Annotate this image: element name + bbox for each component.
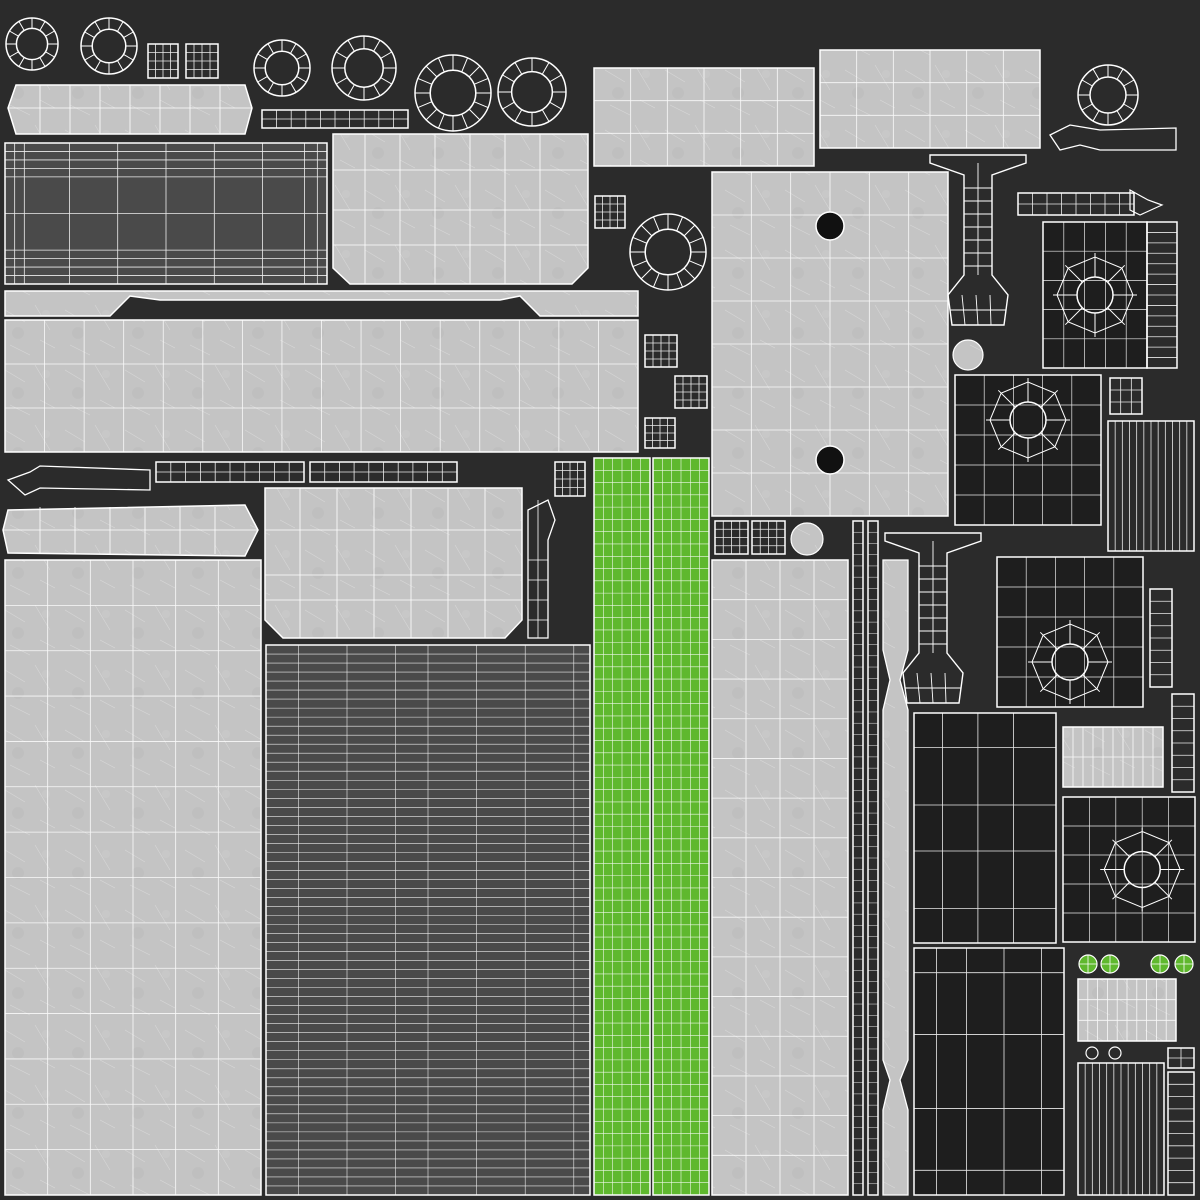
uv-slats-wire (1114, 421, 1188, 551)
uv-strut-strip-wire (1018, 193, 1134, 215)
ring-icon (1085, 1046, 1099, 1060)
uv-patch (1109, 377, 1143, 415)
concrete-notched-strip (4, 290, 639, 317)
ring-icon-inner (1089, 76, 1127, 114)
ring-icon-inner (264, 50, 300, 86)
uv-post-wire (528, 500, 548, 638)
uv-rail-wire (868, 531, 878, 1185)
green-strip-wire (653, 458, 709, 1195)
uv-slats-wire (1172, 705, 1194, 781)
concrete-rounded-bar (2, 504, 259, 557)
ring-icon-inner (644, 228, 692, 276)
tee-support-top-wire (950, 163, 1006, 326)
ring-icon-spokes (630, 214, 706, 290)
uv-strut (6, 465, 151, 496)
uv-strip-small-wire (148, 44, 178, 78)
uv-patch-wire (645, 335, 677, 367)
uv-atlas-svg (2, 17, 1196, 1196)
ring-icon-spokes (415, 55, 491, 131)
uv-rail-wire (853, 531, 863, 1185)
uv-strip-thin-wire (310, 462, 457, 482)
uv-strut (1049, 124, 1177, 151)
uv-disc (952, 339, 984, 371)
concrete-notched-rail (882, 559, 909, 1196)
uv-patch-wire (1110, 378, 1142, 414)
ring-icon (1108, 1046, 1122, 1060)
hole-icon (815, 211, 845, 241)
uv-slats-wire (1084, 1063, 1158, 1195)
uv-patch-wire (595, 196, 625, 228)
concrete-chamfered-panel (264, 487, 523, 639)
uv-strut-end (1129, 188, 1164, 216)
uv-slats-wire (1150, 600, 1172, 676)
uv-patch-wire (752, 521, 785, 554)
ring-icon-inner (429, 69, 477, 117)
ring-icon-inner (15, 27, 49, 61)
uv-patch-wire (675, 376, 707, 408)
uv-patch-wire (715, 521, 748, 554)
ring-icon-inner (91, 28, 127, 64)
uv-strip-thin-wire (156, 462, 304, 482)
uv-slats-wire (1147, 232, 1177, 358)
uv-post (527, 499, 556, 639)
ring-icon-inner (510, 70, 554, 114)
uv-strip-thin-wire (262, 110, 408, 128)
green-strip-wire (594, 458, 650, 1195)
uv-slats-wire (1168, 1083, 1194, 1184)
ring-icon-inner (344, 48, 384, 88)
uv-disc (790, 522, 824, 556)
uv-strip-small-wire (186, 44, 218, 78)
tee-support-bottom-wire (905, 541, 961, 704)
concrete-chamfered-panel (332, 133, 589, 285)
uv-texture-atlas (0, 0, 1200, 1200)
uv-patch-wire (645, 418, 675, 448)
uv-patch-wire (555, 462, 585, 496)
uv-patch-wire (1168, 1048, 1194, 1068)
hole-icon (815, 445, 845, 475)
